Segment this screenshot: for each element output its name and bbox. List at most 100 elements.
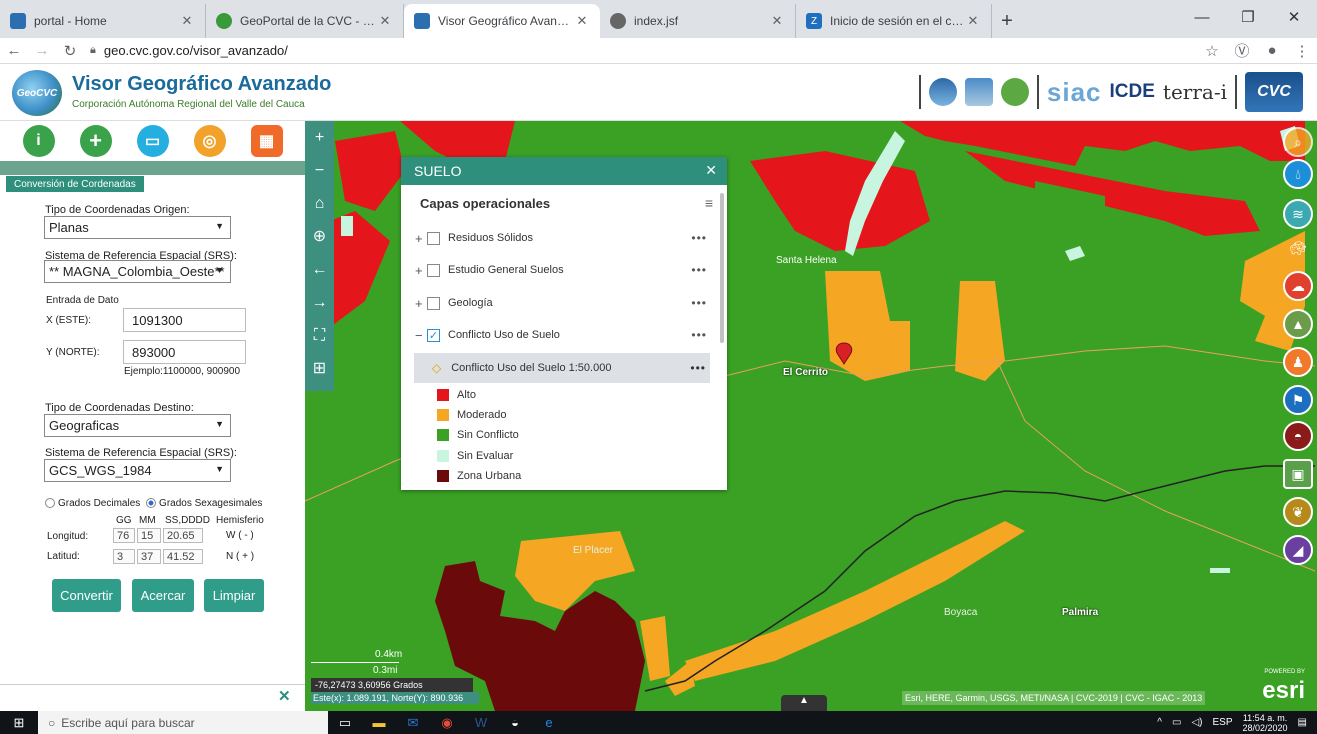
tray-chevron-icon[interactable]: ^: [1157, 717, 1162, 728]
taskbar-search[interactable]: ○ Escribe aquí para buscar: [38, 711, 328, 734]
overview-map-icon[interactable]: ⊞: [305, 352, 334, 385]
land-use-icon[interactable]: ◢: [1283, 535, 1313, 565]
browser-tab-zimbra[interactable]: Z Inicio de sesión en el cliente web ✕: [796, 4, 992, 38]
expand-icon[interactable]: +: [415, 263, 427, 278]
more-options-icon[interactable]: •••: [691, 328, 707, 342]
layer-checkbox[interactable]: [427, 263, 440, 277]
restore-icon[interactable]: ❐: [1225, 0, 1271, 34]
dest-type-select[interactable]: Geograficas ▼: [44, 414, 231, 437]
expand-icon[interactable]: +: [415, 231, 427, 246]
image-icon[interactable]: ▣: [1283, 459, 1313, 489]
origin-type-select[interactable]: Planas ▼: [44, 216, 231, 239]
layer-checkbox[interactable]: [427, 296, 440, 310]
x-input[interactable]: 1091300: [123, 308, 246, 332]
url-field[interactable]: 🔒︎ geo.cvc.gov.co/visor_avanzado/: [84, 40, 1197, 62]
notifications-icon[interactable]: ▤: [1298, 717, 1307, 728]
risk-icon[interactable]: ⚑: [1283, 385, 1313, 415]
convert-button[interactable]: Convertir: [52, 579, 121, 612]
add-icon[interactable]: +: [79, 125, 112, 157]
collapse-icon[interactable]: −: [415, 328, 427, 343]
search-pin-icon[interactable]: ⌕: [1283, 127, 1313, 157]
word-icon[interactable]: W: [464, 715, 498, 730]
app-icon[interactable]: ◒: [498, 715, 532, 730]
edge-icon[interactable]: e: [532, 715, 566, 730]
scrollbar-thumb[interactable]: [720, 193, 724, 343]
close-tab-icon[interactable]: ✕: [965, 13, 981, 29]
expand-icon[interactable]: +: [415, 296, 427, 311]
task-view-icon[interactable]: ▭: [328, 715, 362, 731]
close-tab-icon[interactable]: ✕: [377, 13, 393, 29]
language-indicator[interactable]: ESP: [1212, 717, 1232, 728]
close-tab-icon[interactable]: ✕: [574, 13, 590, 29]
chrome-icon[interactable]: ◉: [430, 715, 464, 731]
browser-tab-geoportal[interactable]: GeoPortal de la CVC - Cambio Cl ✕: [206, 4, 404, 38]
close-tab-icon[interactable]: ✕: [179, 13, 195, 29]
layer-checkbox-checked[interactable]: ✓: [427, 328, 440, 342]
wind-icon[interactable]: ≋: [1283, 199, 1313, 229]
outlook-icon[interactable]: ✉: [396, 715, 430, 731]
layer-row[interactable]: + Residuos Sólidos •••: [415, 226, 711, 250]
calculator-icon[interactable]: ▦: [250, 125, 283, 157]
layer-row[interactable]: − ✓ Conflicto Uso de Suelo •••: [415, 323, 711, 347]
close-window-icon[interactable]: ✕: [1271, 0, 1317, 34]
more-options-icon[interactable]: •••: [691, 263, 707, 277]
lon-mm-field[interactable]: 15: [137, 528, 161, 543]
menu-kebab-icon[interactable]: ⋮: [1287, 42, 1317, 60]
more-options-icon[interactable]: •••: [690, 361, 706, 375]
fauna-icon[interactable]: 🐢︎: [1283, 233, 1313, 263]
file-explorer-icon[interactable]: ▬: [362, 715, 396, 730]
measure-ruler-icon[interactable]: ▭: [136, 125, 169, 157]
layer-row[interactable]: + Estudio General Suelos •••: [415, 258, 711, 282]
zoom-out-icon[interactable]: −: [305, 154, 334, 187]
browser-tab-portal[interactable]: portal - Home ✕: [0, 4, 206, 38]
radio-decimal[interactable]: [45, 498, 55, 509]
lon-ss-field[interactable]: 20.65: [163, 528, 203, 543]
filter-list-icon[interactable]: ≡: [705, 195, 713, 211]
close-tab-icon[interactable]: ✕: [769, 13, 785, 29]
profile-icon[interactable]: ●: [1257, 42, 1287, 59]
info-pin-icon[interactable]: i: [22, 125, 55, 157]
water-drop-icon[interactable]: 💧︎: [1283, 159, 1313, 189]
network-icon[interactable]: ▭: [1172, 717, 1181, 728]
back-icon[interactable]: ←: [0, 42, 28, 59]
fullscreen-icon[interactable]: ⛶: [305, 319, 334, 352]
more-options-icon[interactable]: •••: [691, 231, 707, 245]
forest-icon[interactable]: ▲: [1283, 309, 1313, 339]
bookmark-star-icon[interactable]: ☆: [1197, 42, 1227, 60]
extension-icon[interactable]: Ⓥ: [1227, 40, 1257, 61]
dest-srs-select[interactable]: GCS_WGS_1984 ▼: [44, 459, 231, 482]
sublayer-row[interactable]: ◇ Conflicto Uso del Suelo 1:50.000 •••: [414, 353, 710, 383]
close-popup-icon[interactable]: ✕: [705, 162, 717, 179]
lat-mm-field[interactable]: 37: [137, 549, 161, 564]
close-panel-icon[interactable]: ✕: [278, 687, 291, 705]
zoom-in-button[interactable]: Acercar: [132, 579, 194, 612]
climate-icon[interactable]: ☁: [1283, 271, 1313, 301]
lat-ss-field[interactable]: 41.52: [163, 549, 203, 564]
volume-icon[interactable]: ◁): [1191, 717, 1202, 728]
next-extent-icon[interactable]: →: [305, 286, 334, 319]
lat-gg-field[interactable]: 3: [113, 549, 135, 564]
y-input[interactable]: 893000: [123, 340, 246, 364]
locate-crosshair-icon[interactable]: ⊕: [305, 220, 334, 253]
radio-sexagesimal[interactable]: [146, 498, 157, 509]
population-icon[interactable]: ♟: [1283, 347, 1313, 377]
layer-checkbox[interactable]: [427, 231, 440, 245]
more-options-icon[interactable]: •••: [691, 296, 707, 310]
lon-gg-field[interactable]: 76: [113, 528, 135, 543]
new-tab-button[interactable]: +: [992, 4, 1022, 38]
clock[interactable]: 11:54 a. m. 28/02/2020: [1243, 713, 1288, 733]
soil-icon[interactable]: ◓: [1283, 421, 1313, 451]
minimize-icon[interactable]: —: [1179, 0, 1225, 34]
vegetation-icon[interactable]: ❦: [1283, 497, 1313, 527]
browser-tab-index[interactable]: index.jsf ✕: [600, 4, 796, 38]
zoom-in-icon[interactable]: +: [305, 121, 334, 154]
windows-start-icon[interactable]: ⊞: [0, 715, 38, 731]
expand-bottom-panel-button[interactable]: ▲: [781, 695, 827, 711]
forward-icon[interactable]: →: [28, 42, 56, 59]
reload-icon[interactable]: ↻: [56, 42, 84, 60]
layer-row[interactable]: + Geología •••: [415, 291, 711, 315]
previous-extent-icon[interactable]: ←: [305, 253, 334, 286]
origin-srs-select[interactable]: ** MAGNA_Colombia_Oeste** ▼: [44, 260, 231, 283]
clear-button[interactable]: Limpiar: [204, 579, 264, 612]
browser-tab-visor[interactable]: Visor Geográfico Avanzado Corp ✕: [404, 4, 600, 38]
